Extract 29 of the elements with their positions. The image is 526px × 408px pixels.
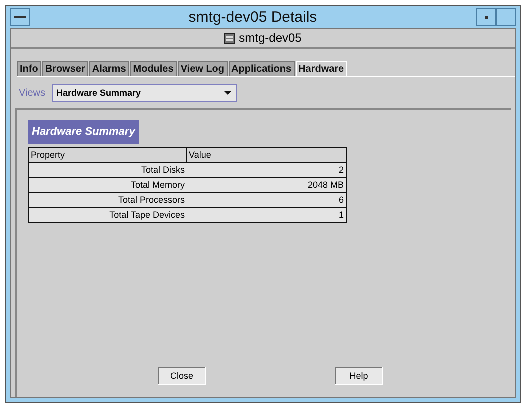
window-title: smtg-dev05 Details: [188, 8, 318, 26]
caret-icon: [224, 91, 232, 95]
column-header: Property: [29, 148, 187, 162]
window-menu-button[interactable]: [10, 8, 30, 26]
table-cell: Total Tape Devices: [29, 208, 187, 222]
table-cell: Total Disks: [29, 163, 187, 177]
table-cell: 2: [187, 163, 346, 177]
menu-bar-icon: [14, 15, 26, 19]
views-dropdown[interactable]: Hardware Summary: [52, 84, 236, 102]
dialog-button[interactable]: Help: [335, 367, 383, 385]
host-name: smtg-dev05: [239, 31, 302, 45]
tab[interactable]: Hardware: [296, 61, 348, 76]
table-cell: 2048 MB: [187, 178, 346, 192]
tab[interactable]: Browser: [42, 61, 88, 76]
table-cell: 6: [187, 193, 346, 207]
table-cell: Total Memory: [29, 178, 187, 192]
tab[interactable]: Applications: [228, 61, 295, 76]
table-cell: Total Processors: [29, 193, 187, 207]
section-title: Hardware Summary: [28, 120, 140, 144]
table-cell: 1: [187, 208, 346, 222]
tab[interactable]: Info: [17, 61, 42, 76]
minimize-button[interactable]: [476, 8, 496, 26]
tab[interactable]: View Log: [178, 61, 228, 76]
views-label: Views: [19, 88, 46, 98]
server-icon: [224, 32, 236, 44]
tab[interactable]: Alarms: [89, 61, 130, 76]
tab[interactable]: Modules: [130, 61, 177, 76]
column-header: Value: [187, 148, 346, 162]
dialog-button[interactable]: Close: [158, 367, 206, 385]
